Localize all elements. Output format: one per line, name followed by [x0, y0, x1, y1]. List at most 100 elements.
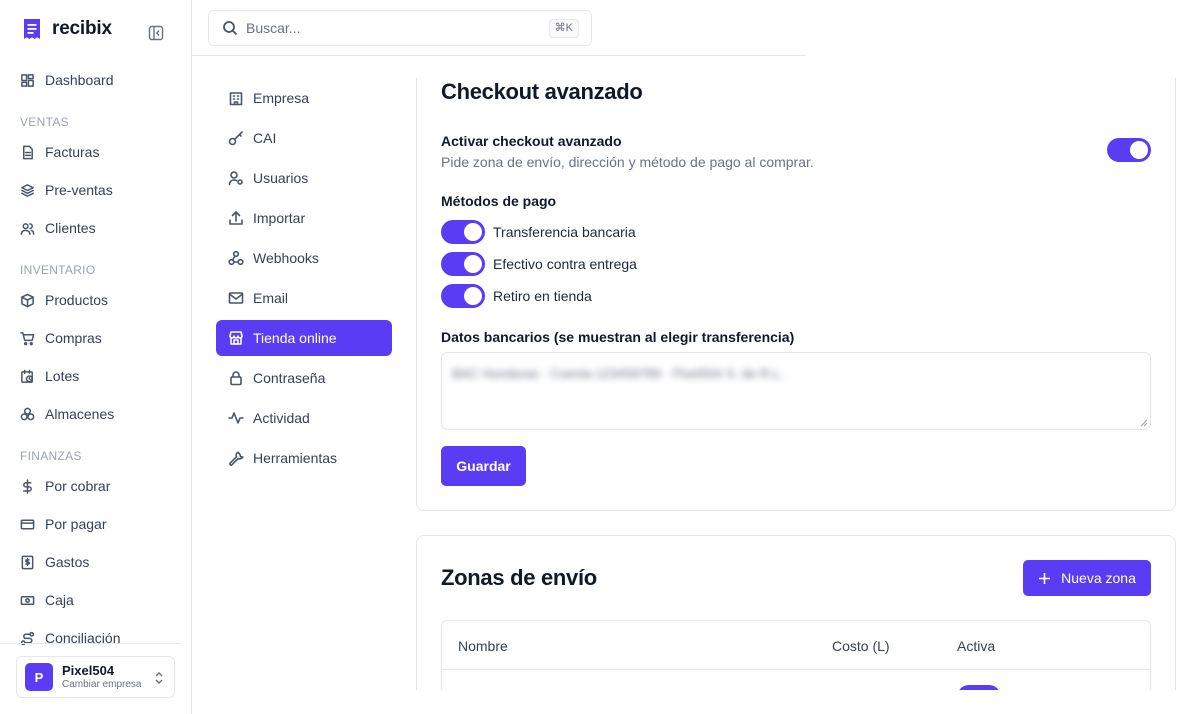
column-header-activa[interactable]: Activa — [957, 638, 995, 654]
sidebar-item-label: Por cobrar — [45, 478, 111, 494]
header-divider — [192, 55, 806, 56]
sidebar-item-label: Lotes — [45, 368, 80, 384]
bank-data-value: BAC Honduras · Cuenta 123456789 · Pixel5… — [452, 366, 784, 381]
pickup-toggle[interactable] — [441, 284, 485, 308]
cash-icon — [20, 595, 35, 605]
calendar-clock-icon — [21, 369, 33, 383]
sidebar-item-clientes[interactable]: Clientes — [20, 216, 96, 240]
pickup-label: Retiro en tienda — [493, 288, 592, 304]
store-icon — [229, 331, 243, 345]
sidebar-item-productos[interactable]: Productos — [20, 288, 108, 312]
file-icon — [23, 145, 33, 159]
sidebar-item-label: Productos — [45, 292, 109, 308]
save-button[interactable]: Guardar — [441, 446, 526, 486]
sidebar-item-compras[interactable]: Compras — [20, 326, 102, 350]
plus-icon — [1039, 572, 1051, 584]
sidebar-item-conciliacion[interactable]: Conciliación — [20, 626, 120, 650]
settings-item-label: Actividad — [253, 410, 310, 426]
settings-item-cai[interactable]: CAI — [216, 120, 392, 156]
company-avatar: P — [25, 663, 53, 691]
checkout-title: Checkout avanzado — [441, 79, 643, 104]
settings-item-importar[interactable]: Importar — [216, 200, 392, 236]
key-icon — [228, 131, 243, 146]
resize-handle-icon[interactable] — [1140, 419, 1148, 427]
webhook-icon — [228, 250, 244, 266]
section-ventas: VENTAS — [20, 115, 69, 129]
zones-title: Zonas de envío — [441, 565, 597, 590]
settings-item-actividad[interactable]: Actividad — [216, 400, 392, 436]
table-header-divider — [442, 669, 1150, 670]
settings-item-tienda-online[interactable]: Tienda online — [216, 320, 392, 356]
sidebar-divider — [0, 643, 180, 644]
collapse-sidebar-icon[interactable] — [148, 25, 164, 41]
sidebar-item-gastos[interactable]: Gastos — [20, 550, 89, 574]
mail-icon — [228, 292, 244, 304]
lock-icon — [230, 371, 242, 386]
settings-item-herramientas[interactable]: Herramientas — [216, 440, 392, 476]
search-input[interactable]: Buscar... ⌘K — [208, 10, 592, 46]
sidebar-item-por-pagar[interactable]: Por pagar — [20, 512, 106, 536]
credit-card-icon — [20, 519, 35, 529]
wrench-icon — [229, 451, 244, 466]
settings-item-label: Webhooks — [253, 250, 319, 266]
box-icon — [21, 293, 34, 307]
checkout-enable-help: Pide zona de envío, dirección y método d… — [441, 154, 814, 170]
activity-icon — [228, 412, 244, 424]
upload-icon — [229, 211, 243, 225]
sidebar-item-lotes[interactable]: Lotes — [20, 364, 79, 388]
layers-icon — [21, 183, 34, 197]
sidebar-item-label: Compras — [45, 330, 102, 346]
settings-item-label: Contraseña — [253, 370, 326, 386]
dashboard-icon — [21, 73, 34, 87]
building-icon — [229, 92, 243, 106]
chevrons-up-down-icon — [155, 672, 163, 684]
section-finanzas: FINANZAS — [20, 449, 82, 463]
transfer-toggle[interactable] — [441, 220, 485, 244]
sidebar-item-almacenes[interactable]: Almacenes — [20, 402, 114, 426]
sidebar-item-label: Caja — [45, 592, 74, 608]
new-zone-button[interactable]: Nueva zona — [1023, 560, 1151, 596]
payment-methods-title: Métodos de pago — [441, 193, 557, 209]
sidebar-item-facturas[interactable]: Facturas — [20, 140, 99, 164]
company-switcher[interactable]: P Pixel504 Cambiar empresa — [16, 656, 175, 698]
viewport-bottom — [192, 690, 1200, 714]
dollar-icon — [23, 478, 32, 494]
checkout-enable-label: Activar checkout avanzado — [441, 133, 622, 149]
search-icon — [223, 21, 238, 36]
bank-data-label: Datos bancarios (se muestran al elegir t… — [441, 329, 795, 345]
column-header-nombre[interactable]: Nombre — [458, 638, 508, 654]
settings-item-email[interactable]: Email — [216, 280, 392, 316]
receipt-logo-icon — [24, 19, 40, 39]
sidebar-item-por-cobrar[interactable]: Por cobrar — [20, 474, 110, 498]
new-zone-label: Nueva zona — [1061, 570, 1136, 586]
section-inventario: INVENTARIO — [20, 263, 96, 277]
receipt-dollar-icon — [21, 555, 34, 569]
sidebar-item-dashboard[interactable]: Dashboard — [20, 68, 114, 92]
cash-toggle[interactable] — [441, 252, 485, 276]
boxes-icon — [20, 407, 35, 420]
users-icon — [20, 222, 35, 235]
brand[interactable]: recibix — [22, 18, 112, 40]
search-shortcut: ⌘K — [548, 19, 579, 38]
column-header-costo[interactable]: Costo (L) — [832, 638, 890, 654]
sidebar-item-caja[interactable]: Caja — [20, 588, 74, 612]
sidebar-item-preventas[interactable]: Pre-ventas — [20, 178, 113, 202]
settings-item-webhooks[interactable]: Webhooks — [216, 240, 392, 276]
settings-item-label: Importar — [253, 210, 306, 226]
checkout-enable-toggle[interactable] — [1107, 138, 1151, 162]
settings-item-usuarios[interactable]: Usuarios — [216, 160, 392, 196]
settings-item-label: Herramientas — [253, 450, 338, 466]
user-cog-icon — [228, 171, 243, 186]
zones-table: Nombre Costo (L) Activa — [441, 620, 1151, 709]
settings-item-label: Usuarios — [253, 170, 309, 186]
settings-item-empresa[interactable]: Empresa — [216, 80, 392, 116]
company-name: Pixel504 — [62, 663, 115, 678]
bank-data-textarea[interactable]: BAC Honduras · Cuenta 123456789 · Pixel5… — [441, 352, 1151, 430]
settings-item-label: Email — [253, 290, 289, 306]
settings-item-label: Empresa — [253, 90, 310, 106]
brand-name: recibix — [52, 18, 112, 39]
settings-item-contrasena[interactable]: Contraseña — [216, 360, 392, 396]
sidebar-item-label: Pre-ventas — [45, 182, 113, 198]
company-subtitle: Cambiar empresa — [62, 679, 142, 690]
sidebar-item-label: Dashboard — [45, 72, 114, 88]
